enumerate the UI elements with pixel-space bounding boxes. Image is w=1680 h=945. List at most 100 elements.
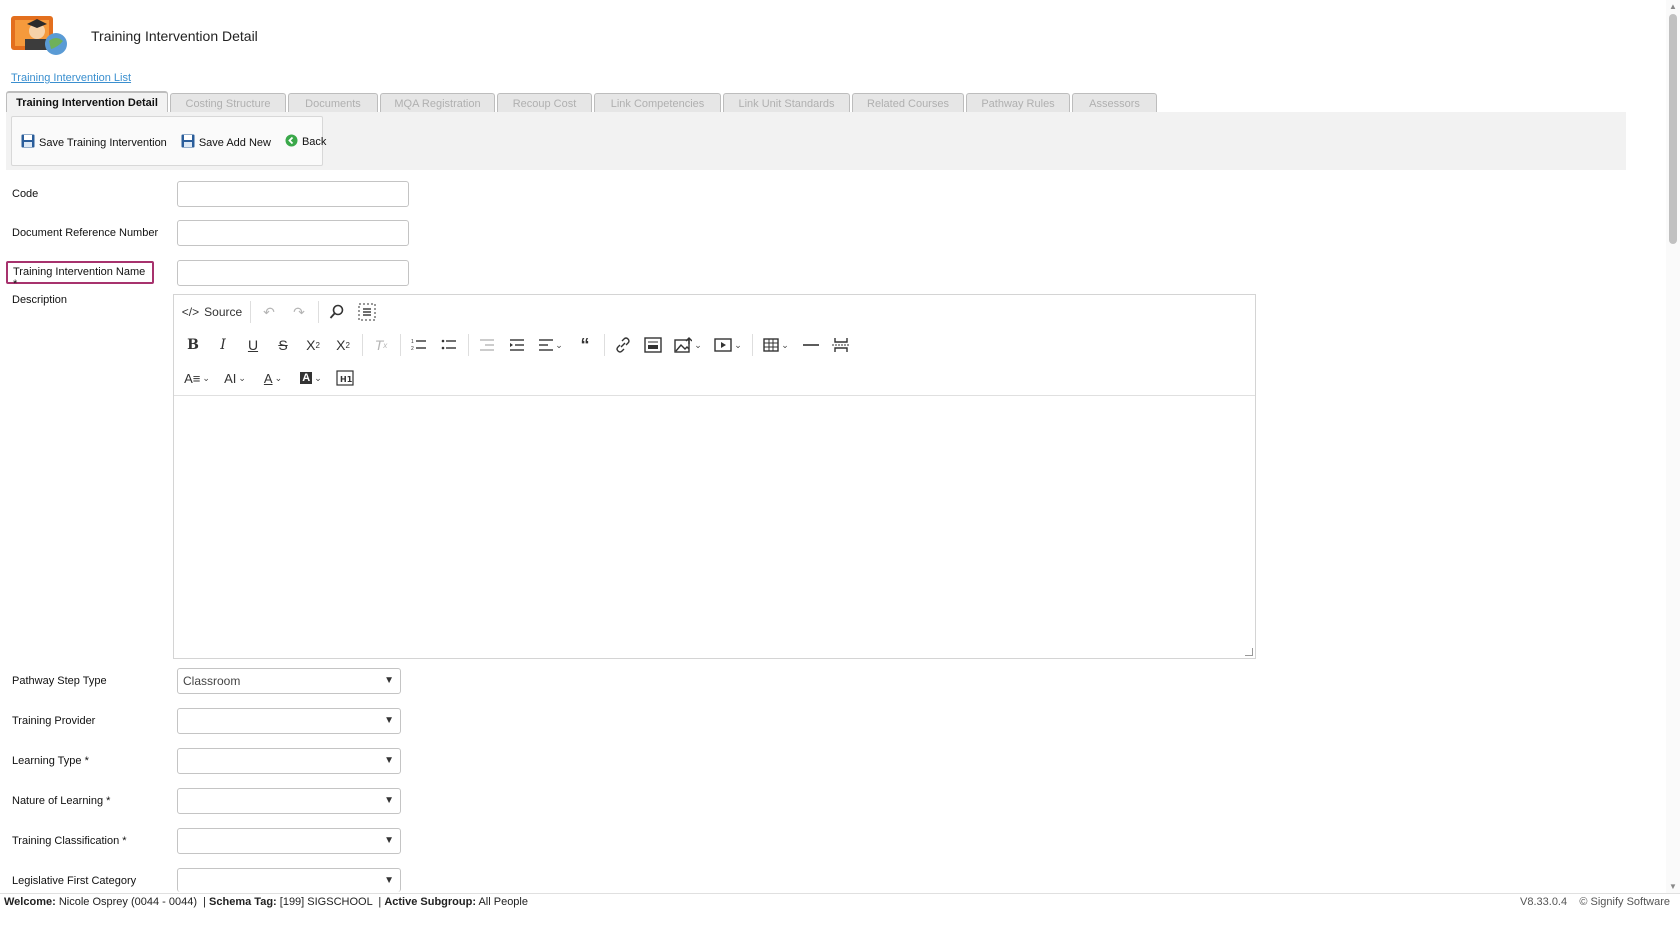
outdent-icon[interactable] <box>474 333 500 357</box>
tab-related-courses[interactable]: Related Courses <box>852 93 964 113</box>
font-color-icon: A <box>263 370 273 386</box>
save-training-intervention-button[interactable]: Save Training Intervention <box>21 134 167 151</box>
save-add-new-label: Save Add New <box>198 136 271 149</box>
scroll-down-arrow-icon[interactable]: ▼ <box>1669 882 1677 891</box>
media-embed-dropdown[interactable]: ⌄ <box>710 333 746 357</box>
training-provider-label: Training Provider <box>12 715 96 727</box>
nature-of-learning-select[interactable]: ▼ <box>177 788 401 814</box>
subscript-icon[interactable]: X2 <box>300 333 326 357</box>
chevron-down-icon: ▼ <box>384 835 394 846</box>
chevron-down-icon: ⌄ <box>238 372 246 383</box>
media-icon <box>714 338 732 352</box>
back-arrow-icon <box>285 134 298 150</box>
find-replace-icon[interactable] <box>324 300 350 324</box>
chevron-down-icon: ⌄ <box>314 372 322 383</box>
learning-type-label: Learning Type * <box>12 755 89 767</box>
welcome-value: Nicole Osprey (0044 - 0044) <box>58 896 198 908</box>
scroll-up-arrow-icon[interactable]: ▲ <box>1669 2 1677 11</box>
tab-assessors[interactable]: Assessors <box>1072 93 1157 113</box>
chevron-down-icon: ⌄ <box>274 372 283 383</box>
undo-icon[interactable]: ↶ <box>256 300 282 324</box>
font-size-dropdown[interactable]: AI ⌄ <box>218 366 252 390</box>
app-header: Training Intervention Detail <box>11 14 258 56</box>
training-intervention-name-input[interactable] <box>177 260 409 286</box>
chevron-down-icon: ⌄ <box>694 339 702 350</box>
superscript-icon[interactable]: X2 <box>330 333 356 357</box>
save-add-new-button[interactable]: Save Add New <box>181 134 271 151</box>
legislative-first-category-select[interactable]: ▼ <box>177 868 401 892</box>
bold-icon[interactable]: B <box>180 333 206 357</box>
floppy-disk-icon <box>181 134 195 151</box>
back-label: Back <box>301 136 327 148</box>
legislative-first-category-label: Legislative First Category <box>12 875 137 887</box>
indent-icon[interactable] <box>504 333 530 357</box>
chevron-down-icon: ▼ <box>384 875 394 886</box>
back-button[interactable]: Back <box>285 134 326 150</box>
table-icon <box>763 338 779 352</box>
tab-link-competencies[interactable]: Link Competencies <box>594 93 721 113</box>
training-classification-select[interactable]: ▼ <box>177 828 401 854</box>
numbered-list-icon[interactable]: 12 <box>406 333 432 357</box>
upload-image-dropdown[interactable]: ⌄ <box>670 333 706 357</box>
font-background-color-icon: A <box>300 372 313 384</box>
font-size-icon: AI <box>224 370 237 386</box>
background-color-dropdown[interactable]: A ⌄ <box>294 366 328 390</box>
chevron-down-icon: ▼ <box>384 795 394 806</box>
nature-of-learning-label: Nature of Learning * <box>12 795 111 807</box>
blockquote-icon[interactable]: “ <box>572 333 598 357</box>
source-label: Source <box>204 305 243 319</box>
strikethrough-icon[interactable]: S <box>270 333 296 357</box>
tab-pathway-rules[interactable]: Pathway Rules <box>966 93 1070 113</box>
learning-type-select[interactable]: ▼ <box>177 748 401 774</box>
status-left: Welcome: Nicole Osprey (0044 - 0044) | S… <box>4 896 528 908</box>
tab-training-intervention-detail[interactable]: Training Intervention Detail <box>6 91 168 113</box>
image-upload-icon <box>674 337 693 353</box>
tab-mqa-registration[interactable]: MQA Registration <box>380 93 495 113</box>
chevron-down-icon: ⌄ <box>555 339 563 350</box>
tab-recoup-cost[interactable]: Recoup Cost <box>497 93 592 113</box>
bulleted-list-icon[interactable] <box>436 333 462 357</box>
underline-icon[interactable]: U <box>240 333 266 357</box>
font-color-dropdown[interactable]: A ⌄ <box>256 366 290 390</box>
scrollbar-thumb[interactable] <box>1669 14 1677 244</box>
code-input[interactable] <box>177 181 409 207</box>
tab-link-unit-standards[interactable]: Link Unit Standards <box>723 93 850 113</box>
document-reference-number-input[interactable] <box>177 220 409 246</box>
table-dropdown[interactable]: ⌄ <box>758 333 794 357</box>
welcome-label: Welcome: <box>4 896 56 908</box>
vertical-scrollbar[interactable]: ▲ ▼ <box>1666 0 1680 893</box>
save-training-intervention-label: Save Training Intervention <box>39 136 167 149</box>
svg-text:H1: H1 <box>340 375 353 384</box>
chevron-down-icon: ⌄ <box>734 339 742 350</box>
breadcrumb-training-intervention-list[interactable]: Training Intervention List <box>11 72 131 84</box>
font-family-dropdown[interactable]: A≡ ⌄ <box>180 366 214 390</box>
insert-image-icon[interactable] <box>640 333 666 357</box>
status-right: V8.33.0.4 © Signify Software <box>1520 896 1670 908</box>
redo-icon[interactable]: ↷ <box>286 300 312 324</box>
description-editor-body[interactable] <box>174 396 1255 658</box>
text-align-dropdown[interactable]: ⌄ <box>534 333 568 357</box>
app-logo-icon <box>11 14 69 56</box>
chevron-down-icon: ⌄ <box>202 372 210 383</box>
font-family-icon: A≡ <box>184 370 201 386</box>
tab-bar: Training Intervention Detail Costing Str… <box>6 91 1159 113</box>
description-editor: </> Source ↶ ↷ B I U S X2 X2 Tx 1 2 ⌄ “ … <box>173 294 1256 659</box>
link-icon[interactable] <box>610 333 636 357</box>
italic-icon[interactable]: I <box>210 333 236 357</box>
version-text: V8.33.0.4 <box>1520 896 1568 908</box>
remove-format-icon[interactable]: Tx <box>368 333 394 357</box>
horizontal-line-icon[interactable] <box>798 333 824 357</box>
floppy-disk-icon <box>21 134 35 151</box>
tab-documents[interactable]: Documents <box>288 93 378 113</box>
document-reference-number-label: Document Reference Number <box>12 227 159 239</box>
page-break-icon[interactable] <box>828 333 854 357</box>
training-classification-label: Training Classification * <box>12 835 127 847</box>
pathway-step-type-select[interactable]: Classroom ▼ <box>177 668 401 694</box>
resize-handle-icon[interactable] <box>1245 648 1253 656</box>
source-button[interactable]: </> Source <box>180 300 244 324</box>
copyright-text: © Signify Software <box>1579 896 1670 908</box>
tab-costing-structure[interactable]: Costing Structure <box>170 93 286 113</box>
select-all-icon[interactable] <box>354 300 380 324</box>
heading-icon[interactable]: H1 <box>332 366 358 390</box>
training-provider-select[interactable]: ▼ <box>177 708 401 734</box>
